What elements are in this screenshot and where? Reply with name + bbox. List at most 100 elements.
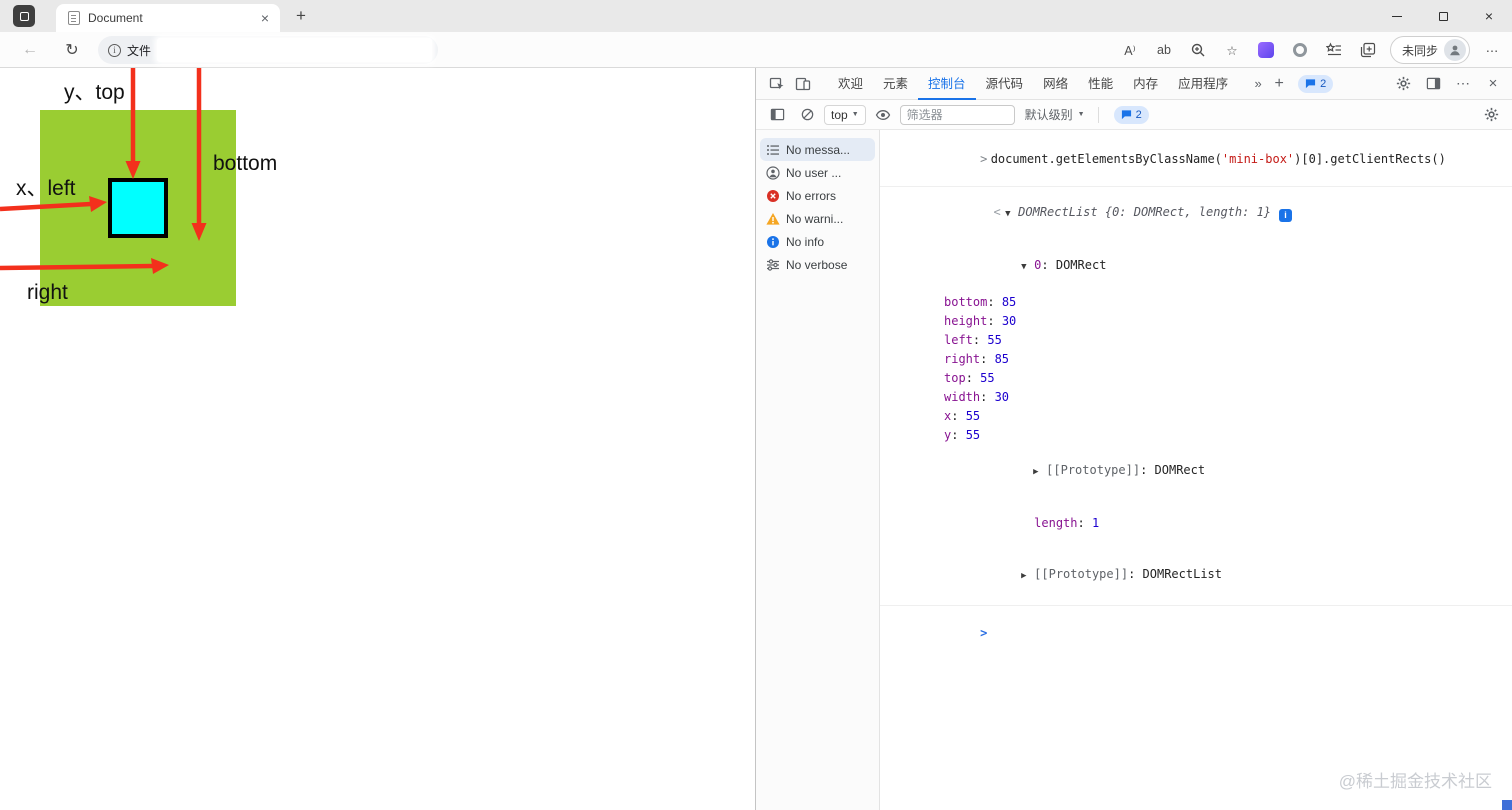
address-bar[interactable]: i 文件 [98, 36, 438, 64]
devtools-tab-sources[interactable]: 源代码 [976, 68, 1034, 100]
devtools-menu-icon[interactable]: ⋯ [1450, 71, 1476, 97]
console-filter-input[interactable] [899, 104, 1015, 125]
collections-icon[interactable] [1352, 36, 1384, 64]
user-icon [766, 165, 780, 180]
property-row: left55 [880, 331, 1512, 350]
add-panel-icon[interactable]: + [1268, 75, 1290, 93]
devtools-tab-console[interactable]: 控制台 [918, 68, 976, 100]
object-entry-row[interactable]: ▼0DOMRect [880, 240, 1512, 293]
inspect-element-icon[interactable] [764, 71, 790, 97]
minimize-icon [1392, 15, 1402, 17]
devtools-tab-elements[interactable]: 元素 [873, 68, 918, 100]
more-panels-icon[interactable]: » [1248, 76, 1268, 91]
console-settings-gear-icon[interactable] [1478, 102, 1504, 128]
expand-closed-icon[interactable]: ▶ [1021, 568, 1034, 584]
console-command-row: > document.getElementsByClassName('mini-b… [880, 133, 1512, 187]
label-x-left: x、left [16, 177, 76, 200]
extension-a-glyph [1257, 42, 1274, 58]
devtools-tab-welcome[interactable]: 欢迎 [828, 68, 873, 100]
execution-context-dropdown[interactable]: top ▼ [824, 104, 866, 125]
console-log[interactable]: > document.getElementsByClassName('mini-b… [880, 130, 1512, 810]
property-row: top55 [880, 369, 1512, 388]
sync-status-label: 未同步 [1401, 43, 1438, 58]
sidebar-item-user-messages[interactable]: No user ... [760, 161, 875, 184]
console-toolbar: top ▼ 默认级别 ▼ 2 [756, 100, 1512, 130]
device-toolbar-icon[interactable] [790, 71, 816, 97]
prototype-row[interactable]: ▶[[Prototype]]DOMRectList [880, 549, 1512, 602]
property-row: right85 [880, 350, 1512, 369]
result-marker-icon: < [993, 205, 1001, 219]
issues-badge[interactable]: 2 [1113, 105, 1149, 124]
clear-console-icon[interactable] [794, 102, 820, 128]
navbar-actions: A⁾ ab ☆ 未同步 ⋯ [1114, 32, 1508, 68]
extension-a-icon[interactable] [1250, 36, 1282, 64]
devtools-tab-performance[interactable]: 性能 [1078, 68, 1123, 100]
close-window-button[interactable]: × [1466, 0, 1512, 32]
chevron-down-icon: ▼ [851, 111, 859, 118]
sidebar-item-verbose[interactable]: No verbose [760, 253, 875, 276]
page-info-icon[interactable]: i [108, 43, 121, 57]
console-prompt-row[interactable]: > [880, 608, 1512, 659]
refresh-button[interactable]: ↻ [60, 38, 84, 62]
text-tools-icon[interactable]: ab [1148, 36, 1180, 64]
zoom-icon[interactable] [1182, 36, 1214, 64]
content-area: y、top bottom x、left right 欢迎 元素 控制台 源代码 … [0, 68, 1512, 810]
devtools-tabs: 欢迎 元素 控制台 源代码 网络 性能 内存 应用程序 [828, 68, 1238, 100]
label-bottom: bottom [213, 152, 278, 175]
browser-menu-icon[interactable]: ⋯ [1476, 36, 1508, 64]
favorites-add-icon[interactable]: ☆ [1216, 36, 1248, 64]
read-aloud-icon[interactable]: A⁾ [1114, 36, 1146, 64]
command-prompt-icon: > [980, 151, 988, 166]
new-tab-button[interactable]: + [291, 6, 311, 26]
log-levels-dropdown[interactable]: 默认级别 ▼ [1019, 105, 1091, 125]
context-label: top [831, 107, 848, 122]
webpage-viewport: y、top bottom x、left right [0, 68, 755, 810]
console-prompt-icon: > [980, 626, 988, 640]
expand-closed-icon[interactable]: ▶ [1033, 464, 1046, 480]
expand-open-icon[interactable]: ▼ [1021, 259, 1034, 275]
expand-open-icon[interactable]: ▼ [1005, 206, 1018, 222]
settings-gear-icon[interactable] [1390, 71, 1416, 97]
console-sidebar: No messa... No user ... No errors No war… [756, 130, 880, 810]
prototype-row[interactable]: ▶[[Prototype]]DOMRect [880, 445, 1512, 498]
console-sidebar-toggle-icon[interactable] [764, 102, 790, 128]
maximize-button[interactable] [1420, 0, 1466, 32]
console-info-badge-icon[interactable]: i [1279, 208, 1293, 222]
devtools-tab-memory[interactable]: 内存 [1123, 68, 1168, 100]
minimize-button[interactable] [1374, 0, 1420, 32]
titlebar: Document × + × [0, 0, 1512, 32]
favorites-bar-icon[interactable] [1318, 36, 1350, 64]
issues-badge[interactable]: 2 [1298, 74, 1334, 93]
command-text: document.getElementsByClassName( [990, 151, 1222, 166]
devtools-tabbar-actions: ⋯ × [1390, 71, 1506, 97]
label-y-top: y、top [64, 81, 125, 104]
devtools-panel: 欢迎 元素 控制台 源代码 网络 性能 内存 应用程序 » + 2 ⋯ × to… [755, 68, 1512, 810]
address-censored-block [157, 38, 432, 62]
issues-count: 2 [1320, 77, 1327, 90]
profile-button[interactable]: 未同步 [1389, 36, 1470, 64]
tab-close-icon[interactable]: × [256, 9, 274, 27]
sidebar-item-all-messages[interactable]: No messa... [760, 138, 875, 161]
window-controls: × [1374, 0, 1512, 32]
command-text: )[0].getClientRects() [1294, 151, 1446, 166]
extension-b-glyph [1292, 43, 1307, 57]
extension-b-icon[interactable] [1284, 36, 1316, 64]
live-expression-eye-icon[interactable] [870, 102, 896, 128]
info-icon [766, 235, 780, 249]
result-header-row[interactable]: < ▼ DOMRectList {0: DOMRect, length: 1} i [880, 187, 1512, 240]
dock-side-icon[interactable] [1420, 71, 1446, 97]
sidebar-item-errors[interactable]: No errors [760, 184, 875, 207]
browser-tab[interactable]: Document × [56, 4, 280, 32]
devtools-close-icon[interactable]: × [1480, 71, 1506, 97]
property-row: height30 [880, 312, 1512, 331]
result-preview: DOMRectList {0: DOMRect, length: 1} [1018, 205, 1272, 219]
property-row: width30 [880, 388, 1512, 407]
devtools-tab-application[interactable]: 应用程序 [1168, 68, 1238, 100]
sidebar-item-warnings[interactable]: No warni... [760, 207, 875, 230]
property-row: x55 [880, 407, 1512, 426]
length-row: length1 [880, 498, 1512, 549]
devtools-tab-network[interactable]: 网络 [1033, 68, 1078, 100]
back-button[interactable]: ← [18, 38, 42, 62]
workspaces-icon[interactable] [13, 5, 35, 27]
sidebar-item-info[interactable]: No info [760, 230, 875, 253]
